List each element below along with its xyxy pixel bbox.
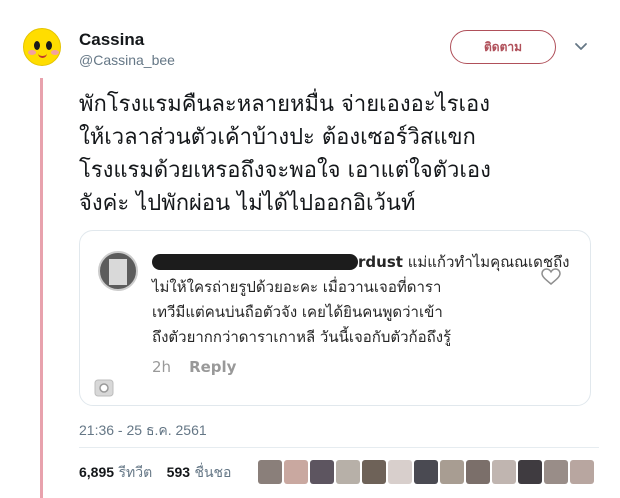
liker-avatar[interactable] (310, 460, 334, 484)
heart-icon (541, 268, 561, 285)
liker-avatar[interactable] (570, 460, 594, 484)
tweet-text-line: โรงแรมด้วยเหรอถึงจะพอใจ เอาแต่ใจตัวเอง (79, 158, 491, 183)
tweet-text-line: จังค่ะ ไปพักผ่อน ไม่ได้ไปออกอิเว้นท์ (79, 191, 416, 216)
comment-text: rdust แม่แก้วทำไมคุณณเดชถึง ไม่ให้ใครถ่า… (152, 250, 570, 350)
avatar[interactable] (23, 28, 61, 66)
liker-avatar[interactable] (336, 460, 360, 484)
comment-age: 2h (152, 358, 172, 376)
comment-line: rdust แม่แก้วทำไมคุณณเดชถึง (152, 250, 570, 275)
liker-avatar[interactable] (518, 460, 542, 484)
retweet-count[interactable]: 6,895 (79, 464, 114, 480)
embedded-comment-image[interactable]: rdust แม่แก้วทำไมคุณณเดชถึง ไม่ให้ใครถ่า… (79, 230, 591, 406)
retweet-label[interactable]: รีทวีต (119, 465, 153, 481)
tweet-stats: 6,895 รีทวีต 593 ชื่นชอ (79, 462, 231, 484)
liker-avatar[interactable] (492, 460, 516, 484)
avatar-cheek (51, 50, 59, 55)
like-count[interactable]: 593 (167, 464, 190, 480)
commenter-avatar-photo (109, 259, 127, 285)
follow-button[interactable]: ติดตาม (450, 30, 556, 64)
avatar-eye (46, 41, 52, 50)
avatar-mouth (38, 53, 47, 58)
like-label[interactable]: ชื่นชอ (194, 465, 231, 481)
user-handle[interactable]: @Cassina_bee (79, 52, 175, 68)
liker-avatar[interactable] (414, 460, 438, 484)
divider (79, 447, 599, 448)
tweet-text: พักโรงแรมคืนละหลายหมื่น จ่ายเองอะไรเอง ใ… (79, 88, 599, 220)
comment-line: เทวีมีแต่คนบ่นถือตัวจัง เคยได้ยินคนพูดว่… (152, 303, 443, 321)
liker-avatar[interactable] (440, 460, 464, 484)
commenter-name-suffix: rdust (358, 253, 403, 271)
commenter-avatar (98, 251, 138, 291)
liker-avatar[interactable] (284, 460, 308, 484)
liker-avatar[interactable] (466, 460, 490, 484)
comment-reply-label: Reply (189, 358, 237, 376)
tweet-text-line: พักโรงแรมคืนละหลายหมื่น จ่ายเองอะไรเอง (79, 92, 491, 117)
thread-line (40, 78, 43, 498)
liker-avatar[interactable] (544, 460, 568, 484)
tweet-text-line: ให้เวลาส่วนตัวเค้าบ้างปะ ต้องเซอร์วิสแขก (79, 125, 476, 150)
image-icon[interactable] (94, 379, 114, 397)
comment-meta: 2h Reply (152, 358, 236, 376)
comment-line: ถึงตัวยากกว่าดาราเกาหลี วันนี้เจอกับตัวก… (152, 328, 452, 346)
tweet-timestamp[interactable]: 21:36 - 25 ธ.ค. 2561 (79, 420, 207, 442)
display-name[interactable]: Cassina (79, 30, 144, 50)
liker-avatar[interactable] (388, 460, 412, 484)
liker-avatar[interactable] (258, 460, 282, 484)
avatar-eye (34, 41, 40, 50)
avatar-cheek (28, 50, 36, 55)
liker-avatar[interactable] (362, 460, 386, 484)
chevron-down-icon[interactable] (574, 40, 588, 54)
comment-line: ไม่ให้ใครถ่ายรูปด้วยอะคะ เมื่อวานเจอที่ด… (152, 278, 442, 296)
